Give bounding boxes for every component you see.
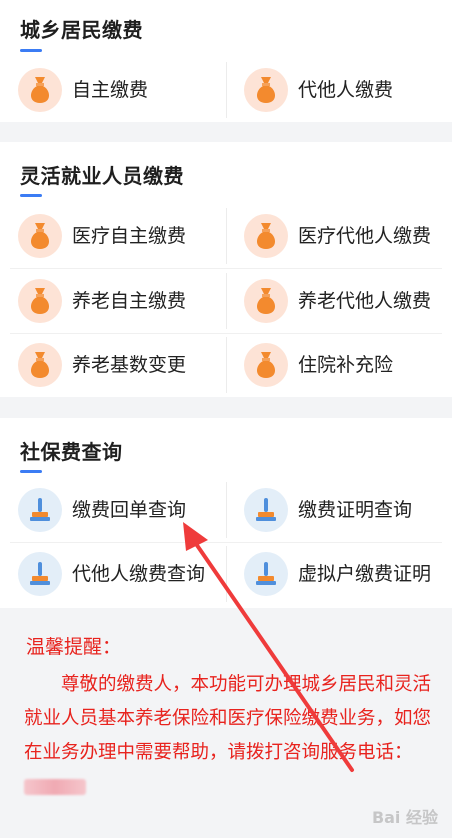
medical-self-payment-button[interactable]: 医疗自主缴费 [0,204,226,268]
section-flexible-employment: 灵活就业人员缴费 医疗自主缴费 医疗代他人缴费 养老自主缴费 养老代他人缴费 养… [0,142,452,397]
pension-base-change-button[interactable]: 养老基数变更 [0,333,226,397]
section-title: 城乡居民缴费 [20,18,143,42]
cell-label: 养老代他人缴费 [298,290,432,312]
money-bag-icon [244,68,288,112]
money-bag-icon [18,279,62,323]
notice-panel: 温馨提醒： 尊敬的缴费人，本功能可办理城乡居民和灵活就业人员基本养老保险和医疗保… [0,608,452,838]
notice-body: 尊敬的缴费人，本功能可办理城乡居民和灵活就业人员基本养老保险和医疗保险缴费业务，… [24,668,436,804]
stamp-icon [244,488,288,532]
cell-label: 养老自主缴费 [72,290,187,312]
section-title-underline [20,194,42,197]
section-social-security-query: 社保费查询 缴费回单查询 缴费证明查询 代他人缴费查询 虚拟户缴费证明 [0,418,452,608]
grid-row: 养老基数变更 住院补充险 [0,333,452,397]
cell-label: 代他人缴费 [298,79,394,101]
money-bag-icon [244,214,288,258]
notice-body-text: 尊敬的缴费人，本功能可办理城乡居民和灵活就业人员基本养老保险和医疗保险缴费业务，… [24,674,432,763]
stamp-icon [18,552,62,596]
phone-number-redacted [24,779,86,795]
pension-self-payment-button[interactable]: 养老自主缴费 [0,269,226,333]
virtual-account-payment-certificate-button[interactable]: 虚拟户缴费证明 [226,542,452,606]
section-title-underline [20,470,42,473]
proxy-payment-query-button[interactable]: 代他人缴费查询 [0,542,226,606]
cell-label: 代他人缴费查询 [72,563,206,585]
grid-row: 自主缴费 代他人缴费 [0,58,452,122]
grid-row: 缴费回单查询 缴费证明查询 [0,478,452,542]
section-title-underline [20,49,42,52]
grid-row: 代他人缴费查询 虚拟户缴费证明 [0,542,452,606]
hospital-supplementary-insurance-button[interactable]: 住院补充险 [226,333,452,397]
medical-proxy-payment-button[interactable]: 医疗代他人缴费 [226,204,452,268]
payment-certificate-query-button[interactable]: 缴费证明查询 [226,478,452,542]
self-payment-button[interactable]: 自主缴费 [0,58,226,122]
money-bag-icon [18,214,62,258]
stamp-icon [18,488,62,532]
section-title: 灵活就业人员缴费 [20,164,184,188]
cell-label: 自主缴费 [72,79,149,101]
payment-receipt-query-button[interactable]: 缴费回单查询 [0,478,226,542]
money-bag-icon [18,343,62,387]
cell-label: 养老基数变更 [72,354,187,376]
grid-row: 医疗自主缴费 医疗代他人缴费 [0,204,452,268]
section-urban-rural: 城乡居民缴费 自主缴费 代他人缴费 [0,0,452,122]
stamp-icon [244,552,288,596]
pension-proxy-payment-button[interactable]: 养老代他人缴费 [226,269,452,333]
money-bag-icon [244,343,288,387]
cell-label: 缴费证明查询 [298,499,413,521]
cell-label: 缴费回单查询 [72,499,187,521]
cell-label: 住院补充险 [298,354,394,376]
money-bag-icon [18,68,62,112]
cell-label: 医疗自主缴费 [72,225,187,247]
notice-title: 温馨提醒： [26,636,122,658]
money-bag-icon [244,279,288,323]
section-title: 社保费查询 [20,440,123,464]
cell-label: 医疗代他人缴费 [298,225,432,247]
proxy-payment-button[interactable]: 代他人缴费 [226,58,452,122]
grid-row: 养老自主缴费 养老代他人缴费 [0,269,452,333]
watermark: Bai 经验 [371,808,438,827]
cell-label: 虚拟户缴费证明 [298,563,432,585]
